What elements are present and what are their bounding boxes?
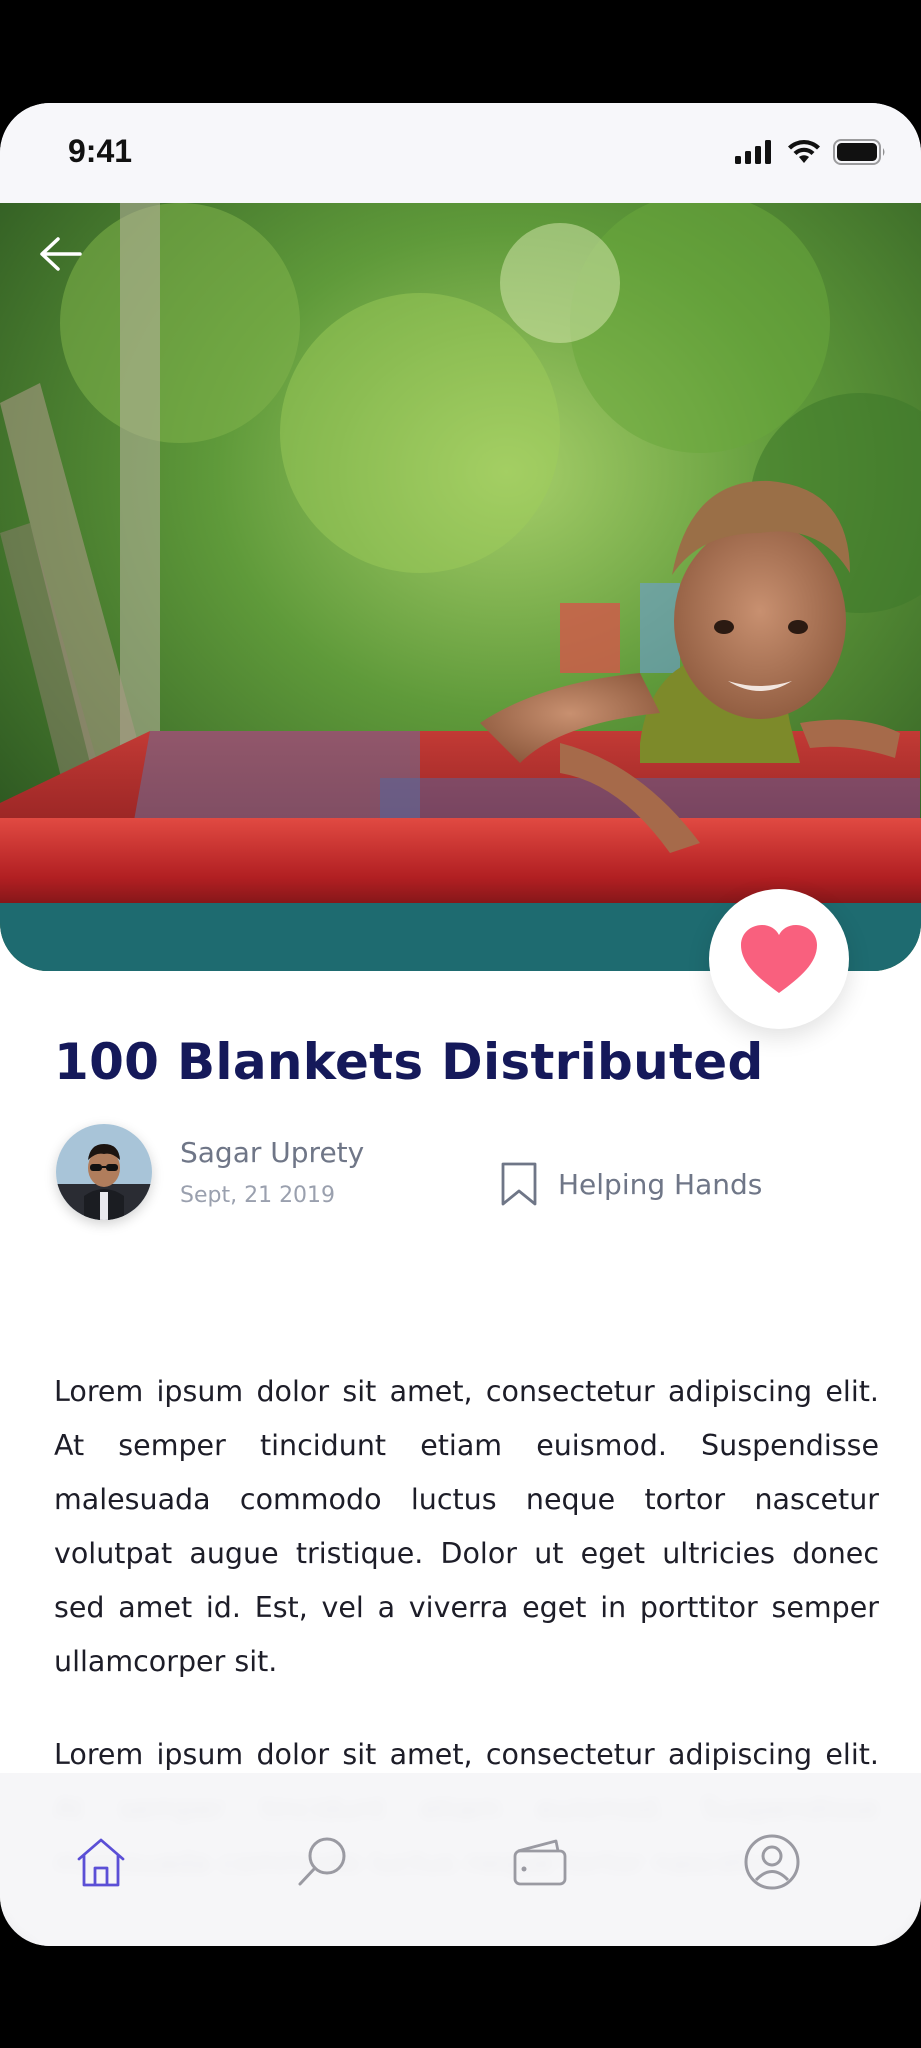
battery-icon [833, 139, 885, 165]
hero-photo [0, 203, 921, 971]
post-title: 100 Blankets Distributed [54, 1033, 764, 1091]
signal-icon [735, 140, 771, 164]
tab-profile[interactable] [737, 1827, 807, 1897]
back-button[interactable] [36, 229, 86, 279]
post-date: Sept, 21 2019 [180, 1183, 336, 1208]
status-bar: 9:41 [0, 103, 921, 203]
author-name[interactable]: Sagar Uprety [180, 1136, 364, 1169]
bookmark-icon [501, 1162, 537, 1206]
hero-image [0, 203, 921, 971]
search-icon [298, 1837, 346, 1886]
profile-icon [744, 1834, 800, 1890]
status-time: 9:41 [68, 133, 133, 169]
favorite-button[interactable] [709, 889, 849, 1029]
wallet-icon [513, 1839, 567, 1886]
back-arrow-icon [40, 237, 82, 271]
post-paragraph: Lorem ipsum dolor sit amet, consectetur … [54, 1375, 879, 1678]
avatar-photo [56, 1124, 152, 1220]
tab-wallet[interactable] [505, 1827, 575, 1897]
home-icon [77, 1838, 125, 1887]
category-label: Helping Hands [558, 1167, 763, 1201]
avatar[interactable] [56, 1124, 152, 1220]
tab-search[interactable] [288, 1827, 358, 1897]
phone-screen: 9:41 100 Blankets Distributed Sagar Upre… [0, 103, 921, 1946]
tab-home[interactable] [66, 1827, 136, 1897]
wifi-icon [788, 140, 820, 163]
bottom-tab-bar [0, 1773, 921, 1946]
heart-icon [741, 925, 817, 993]
category-tag[interactable]: Helping Hands [500, 1161, 762, 1207]
status-icons [735, 139, 887, 165]
